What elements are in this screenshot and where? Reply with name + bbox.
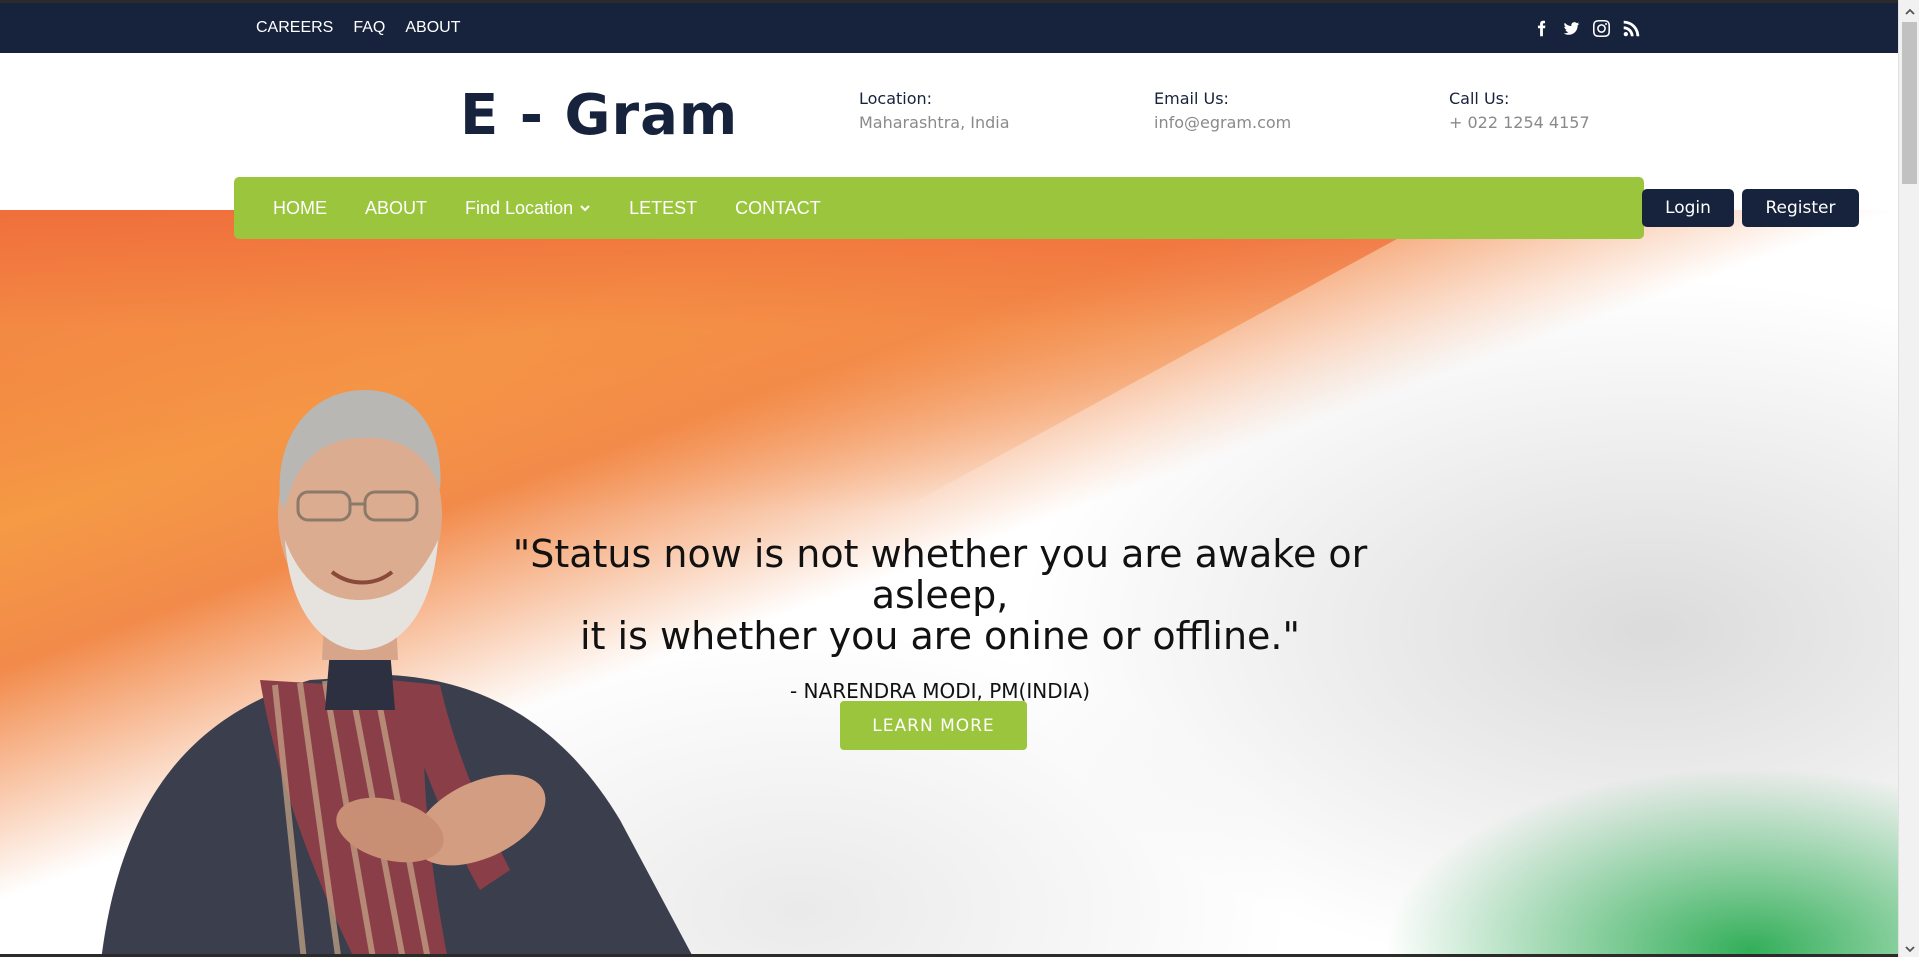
facebook-icon[interactable]	[1532, 19, 1550, 37]
nav-item-contact-label: CONTACT	[735, 197, 821, 218]
rss-icon[interactable]	[1622, 19, 1640, 37]
nav-item-letest[interactable]: LETEST	[629, 198, 697, 219]
call-label: Call Us:	[1449, 89, 1510, 108]
nav-item-find-location-label: Find Location	[465, 197, 574, 218]
faq-link[interactable]: FAQ	[353, 19, 385, 37]
learn-more-button[interactable]: LEARN MORE	[840, 701, 1027, 750]
nav-item-find-location[interactable]: Find Location	[465, 198, 591, 219]
location-value: Maharashtra, India	[859, 113, 1010, 132]
scrollbar-thumb[interactable]	[1902, 22, 1917, 184]
page-scrollbar[interactable]	[1898, 0, 1919, 957]
nav-item-home[interactable]: HOME	[273, 198, 327, 219]
instagram-icon[interactable]	[1592, 19, 1610, 37]
nav-item-about-label: ABOUT	[365, 197, 428, 218]
email-label: Email Us:	[1154, 89, 1229, 108]
hero-quote-block: "Status now is not whether you are awake…	[0, 534, 1898, 704]
window-top-border	[0, 0, 1919, 3]
hero-section: "Status now is not whether you are awake…	[0, 210, 1898, 957]
chevron-down-icon	[580, 205, 590, 212]
nav-item-home-label: HOME	[273, 197, 327, 218]
nav-item-letest-label: LETEST	[629, 197, 698, 218]
top-bar: CAREERS FAQ ABOUT	[0, 3, 1898, 53]
hero-quote: "Status now is not whether you are awake…	[440, 534, 1440, 657]
location-label: Location:	[859, 89, 933, 108]
hero-quote-author: - NARENDRA MODI, PM(INDIA)	[789, 679, 1090, 703]
nav-item-about[interactable]: ABOUT	[365, 198, 427, 219]
scroll-down-icon[interactable]	[1899, 940, 1919, 957]
about-top-link[interactable]: ABOUT	[405, 19, 460, 37]
site-logo[interactable]: E - Gram	[460, 83, 738, 148]
page: CAREERS FAQ ABOUT E - Gram Location: Mah…	[0, 0, 1898, 957]
email-info: Email Us: info@egram.com	[1154, 89, 1291, 132]
register-button[interactable]: Register	[1742, 189, 1859, 227]
top-links: CAREERS FAQ ABOUT	[256, 3, 461, 53]
main-nav: HOME ABOUT Find Location LETEST CONTACT …	[234, 177, 1859, 239]
careers-link[interactable]: CAREERS	[256, 19, 333, 37]
scroll-up-icon[interactable]	[1899, 3, 1919, 20]
nav-menu: HOME ABOUT Find Location LETEST CONTACT	[273, 177, 821, 239]
twitter-icon[interactable]	[1562, 19, 1580, 37]
location-info: Location: Maharashtra, India	[859, 89, 1010, 132]
social-icons	[1532, 3, 1640, 53]
login-button[interactable]: Login	[1642, 189, 1734, 227]
nav-item-contact[interactable]: CONTACT	[735, 198, 821, 219]
email-value[interactable]: info@egram.com	[1154, 113, 1291, 132]
hero-quote-line-2: it is whether you are onine or offline."	[580, 614, 1300, 658]
hero-quote-line-1: "Status now is not whether you are awake…	[512, 532, 1368, 617]
call-value[interactable]: + 022 1254 4157	[1449, 113, 1590, 132]
call-info: Call Us: + 022 1254 4157	[1449, 89, 1590, 132]
